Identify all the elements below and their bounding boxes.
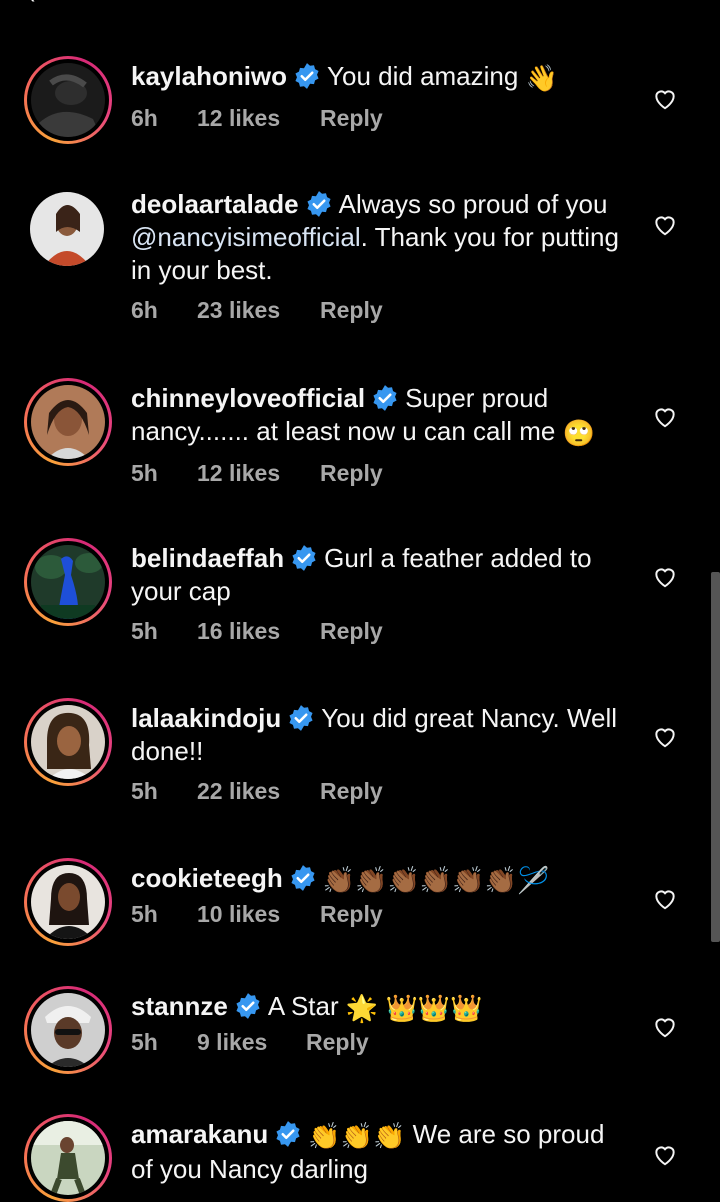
comment-time: 6h (131, 104, 158, 131)
avatar[interactable] (30, 192, 104, 266)
star-emoji: 🌟 (345, 992, 379, 1023)
comment-text: A Star (267, 991, 339, 1021)
comment-username[interactable]: deolaartalade (131, 189, 299, 219)
avatar[interactable] (24, 1114, 112, 1202)
avatar[interactable] (24, 378, 112, 466)
verified-badge-icon (236, 993, 260, 1019)
heart-outline-icon[interactable] (652, 1142, 678, 1168)
comment-time: 5h (131, 618, 158, 644)
verified-badge-icon (291, 865, 315, 891)
top-bar-partial: ‹ · (0, 0, 720, 7)
comment-emoji: 👏👏👏 (308, 1120, 406, 1151)
comment-text: You did amazing (327, 61, 519, 91)
verified-badge-icon (292, 545, 316, 571)
heart-outline-icon[interactable] (652, 724, 678, 750)
verified-badge-icon (289, 705, 313, 731)
more-options-icon[interactable]: · (652, 0, 659, 7)
reply-button[interactable]: Reply (320, 297, 383, 327)
reply-button[interactable]: Reply (320, 618, 383, 648)
avatar[interactable] (24, 698, 112, 786)
comment-likes[interactable]: 12 likes (197, 105, 320, 135)
heart-outline-icon[interactable] (652, 564, 678, 590)
heart-outline-icon[interactable] (652, 86, 678, 112)
reply-button[interactable]: Reply (320, 105, 383, 135)
reply-button[interactable]: Reply (306, 1029, 369, 1059)
comment-time: 6h (131, 297, 158, 323)
heart-outline-icon[interactable] (652, 886, 678, 912)
avatar[interactable] (24, 986, 112, 1074)
verified-badge-icon (307, 191, 331, 217)
comment-username[interactable]: amarakanu (131, 1119, 268, 1149)
avatar[interactable] (24, 858, 112, 946)
heart-outline-icon[interactable] (652, 1014, 678, 1040)
comment-username[interactable]: stannze (131, 991, 228, 1021)
comment-likes[interactable]: 22 likes (197, 778, 320, 808)
comment-time: 5h (131, 1028, 158, 1055)
comment-time: 5h (131, 778, 158, 804)
mention-link[interactable]: @nancyisimeofficial (131, 222, 361, 252)
comment-username[interactable]: cookieteegh (131, 863, 283, 893)
comment-username[interactable]: lalaakindoju (131, 703, 281, 733)
comment-likes[interactable]: 12 likes (197, 460, 320, 490)
verified-badge-icon (295, 63, 319, 89)
comment-time: 5h (131, 459, 158, 486)
comment-likes[interactable]: 16 likes (197, 618, 320, 648)
avatar[interactable] (24, 538, 112, 626)
comment-emoji: 🙄 (562, 417, 596, 448)
reply-button[interactable]: Reply (320, 901, 383, 931)
comment-username[interactable]: kaylahoniwo (131, 61, 287, 91)
comment-emoji: 👋 (525, 62, 558, 93)
reply-button[interactable]: Reply (320, 778, 383, 808)
comment-emoji: 👏🏾👏🏾👏🏾👏🏾👏🏾👏🏾🪡 (322, 864, 550, 895)
comment-likes[interactable]: 9 likes (197, 1029, 306, 1059)
comment-likes[interactable]: 23 likes (197, 297, 320, 327)
comment-time: 5h (131, 900, 158, 927)
back-arrow-icon[interactable]: ‹ (28, 0, 35, 7)
comment-likes[interactable]: 10 likes (197, 901, 320, 931)
scrollbar[interactable] (711, 572, 720, 942)
comment-text: Always so proud of you (338, 189, 608, 219)
heart-outline-icon[interactable] (652, 404, 678, 430)
heart-outline-icon[interactable] (652, 212, 678, 238)
avatar[interactable] (24, 56, 112, 144)
verified-badge-icon (276, 1121, 300, 1147)
crown-emoji: 👑👑👑 (385, 992, 483, 1023)
verified-badge-icon (373, 385, 397, 411)
comment-username[interactable]: belindaeffah (131, 543, 284, 573)
comment-username[interactable]: chinneyloveofficial (131, 383, 365, 413)
reply-button[interactable]: Reply (320, 460, 383, 490)
